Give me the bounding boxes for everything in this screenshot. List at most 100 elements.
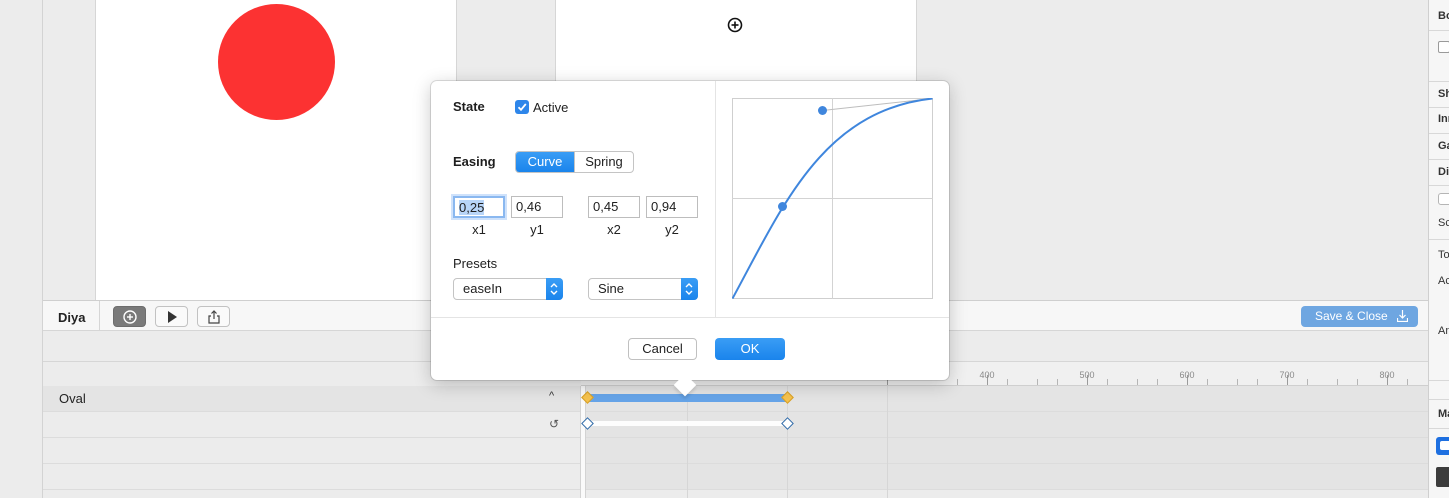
x2-field[interactable]: 0,45 <box>588 196 640 218</box>
plus-circle-icon <box>122 309 137 324</box>
cancel-button[interactable]: Cancel <box>628 338 697 360</box>
ruler-label: 600 <box>1179 370 1195 380</box>
inspector-section-4[interactable]: Di <box>1438 166 1449 178</box>
preset-curve-select[interactable]: Sine <box>588 278 698 300</box>
ruler-tick <box>1037 379 1038 385</box>
timeline-gridline <box>687 386 688 498</box>
updown-chevron-icon <box>685 283 693 295</box>
inspector-divider <box>1429 133 1449 134</box>
ruler-tick <box>1207 379 1208 385</box>
preset-curve-value: Sine <box>598 281 625 296</box>
select-stepper <box>546 278 563 300</box>
artboard-start-state[interactable] <box>95 0 457 300</box>
inspector-divider <box>1429 81 1449 82</box>
inspector-checkbox[interactable] <box>1438 41 1449 53</box>
export-button[interactable] <box>197 306 230 327</box>
inspector-label-5: Sc <box>1438 217 1449 229</box>
control-point-2[interactable] <box>818 106 827 115</box>
timeline-tracks: Oval ^ ↺ <box>43 386 1428 498</box>
track-row <box>43 464 1428 490</box>
device-frame-icon[interactable] <box>1436 437 1449 455</box>
inspector-divider <box>1429 239 1449 240</box>
track-lane <box>586 438 1428 463</box>
inspector-control[interactable] <box>1438 193 1449 205</box>
checkmark-icon <box>517 103 527 112</box>
toolbar-divider <box>99 301 100 331</box>
reset-icon[interactable]: ↺ <box>549 417 559 431</box>
preset-easing-select[interactable]: easeIn <box>453 278 563 300</box>
ruler-label: 500 <box>1079 370 1095 380</box>
track-lane <box>586 464 1428 489</box>
inspector-divider <box>1429 185 1449 186</box>
ruler-label: 400 <box>979 370 995 380</box>
inspector-section-9[interactable]: Ma <box>1438 408 1449 420</box>
active-checkbox[interactable] <box>515 100 529 114</box>
active-label[interactable]: Active <box>533 100 568 115</box>
track-label: Oval <box>59 391 86 406</box>
animation-bar-secondary[interactable] <box>587 421 788 426</box>
x1-caption: x1 <box>472 222 486 237</box>
add-state-button[interactable] <box>113 306 146 327</box>
x2-caption: x2 <box>607 222 621 237</box>
ruler-tick <box>1307 379 1308 385</box>
easing-mode-curve[interactable]: Curve <box>516 152 574 172</box>
easing-label: Easing <box>453 154 496 169</box>
chevron-up-icon[interactable]: ^ <box>549 390 554 402</box>
bezier-curve-editor[interactable] <box>732 98 933 299</box>
download-icon <box>1397 310 1408 322</box>
ruler-tick <box>957 379 958 385</box>
play-icon <box>167 310 177 323</box>
ok-button[interactable]: OK <box>715 338 785 360</box>
x1-value: 0,25 <box>459 200 485 215</box>
inspector-label-7: Ac <box>1438 275 1449 287</box>
ruler-tick <box>1057 379 1058 385</box>
track-label-cell <box>43 438 580 463</box>
ruler-tick <box>1107 379 1108 385</box>
easing-popover: State Active Easing Curve Spring 0,25 0,… <box>431 81 949 397</box>
inspector-divider <box>1429 30 1449 31</box>
playhead[interactable] <box>580 386 586 498</box>
track-label-cell: Oval ^ <box>43 386 580 411</box>
inspector-section-2[interactable]: Inn <box>1438 113 1449 125</box>
inspector-section-3[interactable]: Ga <box>1438 140 1449 152</box>
play-button[interactable] <box>155 306 188 327</box>
easing-mode-control[interactable]: Curve Spring <box>515 151 634 173</box>
ruler-tick <box>1237 379 1238 385</box>
ruler-tick <box>1007 379 1008 385</box>
device-icon[interactable] <box>1436 467 1449 487</box>
share-icon <box>207 309 220 324</box>
track-row <box>43 438 1428 464</box>
inspector-divider <box>1429 399 1449 400</box>
timeline-gridline <box>887 386 888 498</box>
x1-field[interactable]: 0,25 <box>453 196 505 218</box>
ruler-tick <box>1157 379 1158 385</box>
inspector-divider <box>1429 428 1449 429</box>
inspector-divider <box>1429 107 1449 108</box>
inspector-section-1[interactable]: Sh <box>1438 88 1449 100</box>
state-label: State <box>453 99 485 114</box>
inspector-divider <box>1429 380 1449 381</box>
inspector-label-6: To <box>1438 249 1449 261</box>
save-close-button[interactable]: Save & Close <box>1301 306 1418 327</box>
control-point-1[interactable] <box>778 202 787 211</box>
track-label-cell <box>43 464 580 489</box>
y1-caption: y1 <box>530 222 544 237</box>
add-state-icon[interactable] <box>727 17 743 33</box>
oval-layer[interactable] <box>218 4 335 120</box>
left-gutter <box>0 0 43 498</box>
ruler-label: 800 <box>1379 370 1395 380</box>
ruler-tick <box>1257 379 1258 385</box>
y1-field[interactable]: 0,46 <box>511 196 563 218</box>
track-label-cell: ↺ <box>43 412 580 437</box>
project-name: Diya <box>58 310 86 325</box>
easing-mode-spring[interactable]: Spring <box>574 152 633 172</box>
inspector-panel: Bo Sh Inn Ga Di Sc To Ac An Ma <box>1428 0 1449 498</box>
updown-chevron-icon <box>550 283 558 295</box>
popover-divider <box>431 317 949 318</box>
ruler-tick <box>1407 379 1408 385</box>
ruler-tick <box>1137 379 1138 385</box>
inspector-label-8: An <box>1438 325 1449 337</box>
y2-field[interactable]: 0,94 <box>646 196 698 218</box>
popover-divider <box>715 81 716 317</box>
animation-bar[interactable] <box>587 394 788 402</box>
